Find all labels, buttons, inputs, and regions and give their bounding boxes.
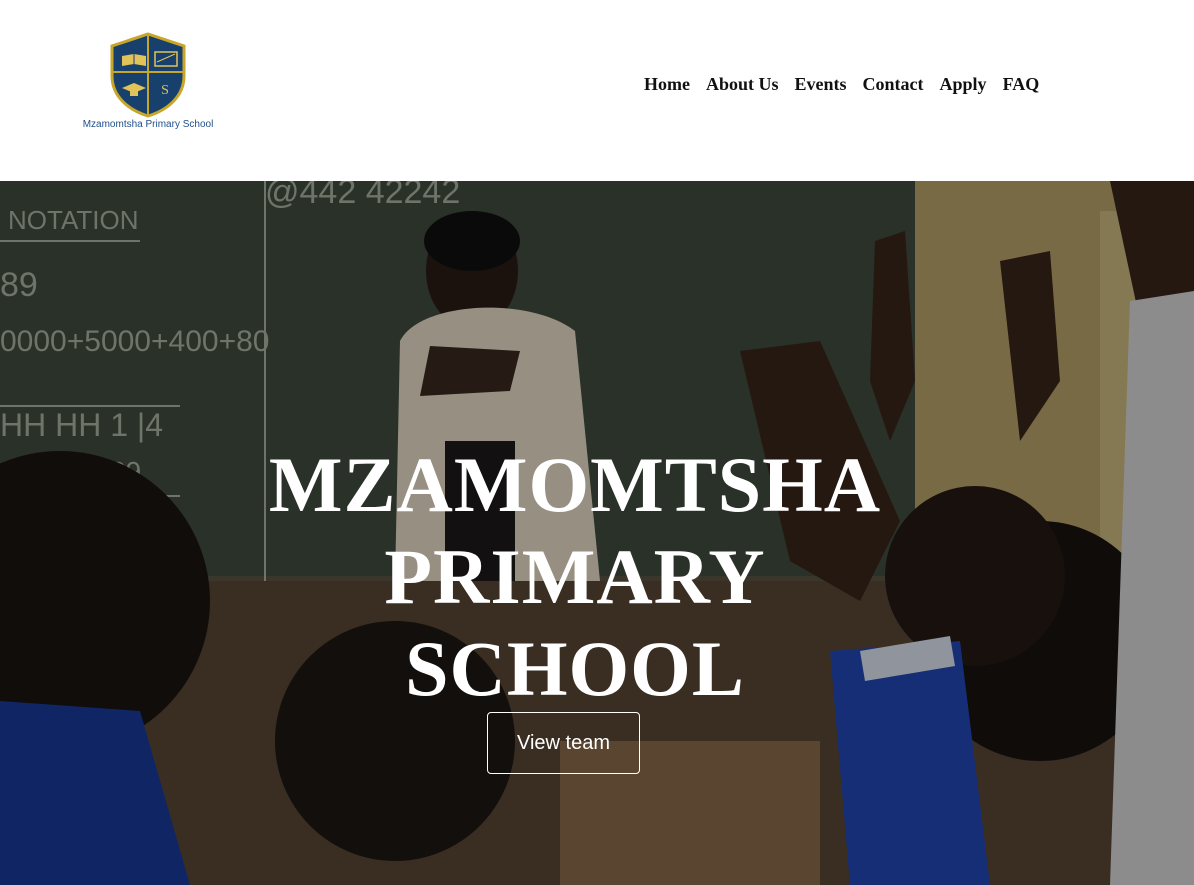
nav-contact[interactable]: Contact [855,73,932,95]
main-nav: Home About Us Events Contact Apply FAQ [636,73,1047,95]
hero-title-line-1: MZAMOMTSHA [268,441,882,529]
logo-caption: Mzamomtsha Primary School [82,119,214,130]
school-crest-icon: S [110,32,186,118]
nav-faq[interactable]: FAQ [995,73,1048,95]
view-team-button[interactable]: View team [487,712,640,774]
nav-home[interactable]: Home [636,73,698,95]
site-header: S Mzamomtsha Primary School Home About U… [0,0,1194,181]
nav-events[interactable]: Events [787,73,855,95]
hero-banner: @442 42242 NOTATION 89 0000+5000+400+80 … [0,181,1194,885]
hero-title-line-3: SCHOOL [405,625,745,713]
hero-title-line-2: PRIMARY [384,533,766,621]
crest-letter: S [161,83,169,98]
school-logo[interactable]: S Mzamomtsha Primary School [82,32,214,134]
hero-title: MZAMOMTSHA PRIMARY SCHOOL [150,439,1000,715]
nav-apply[interactable]: Apply [932,73,995,95]
nav-about-us[interactable]: About Us [698,73,787,95]
